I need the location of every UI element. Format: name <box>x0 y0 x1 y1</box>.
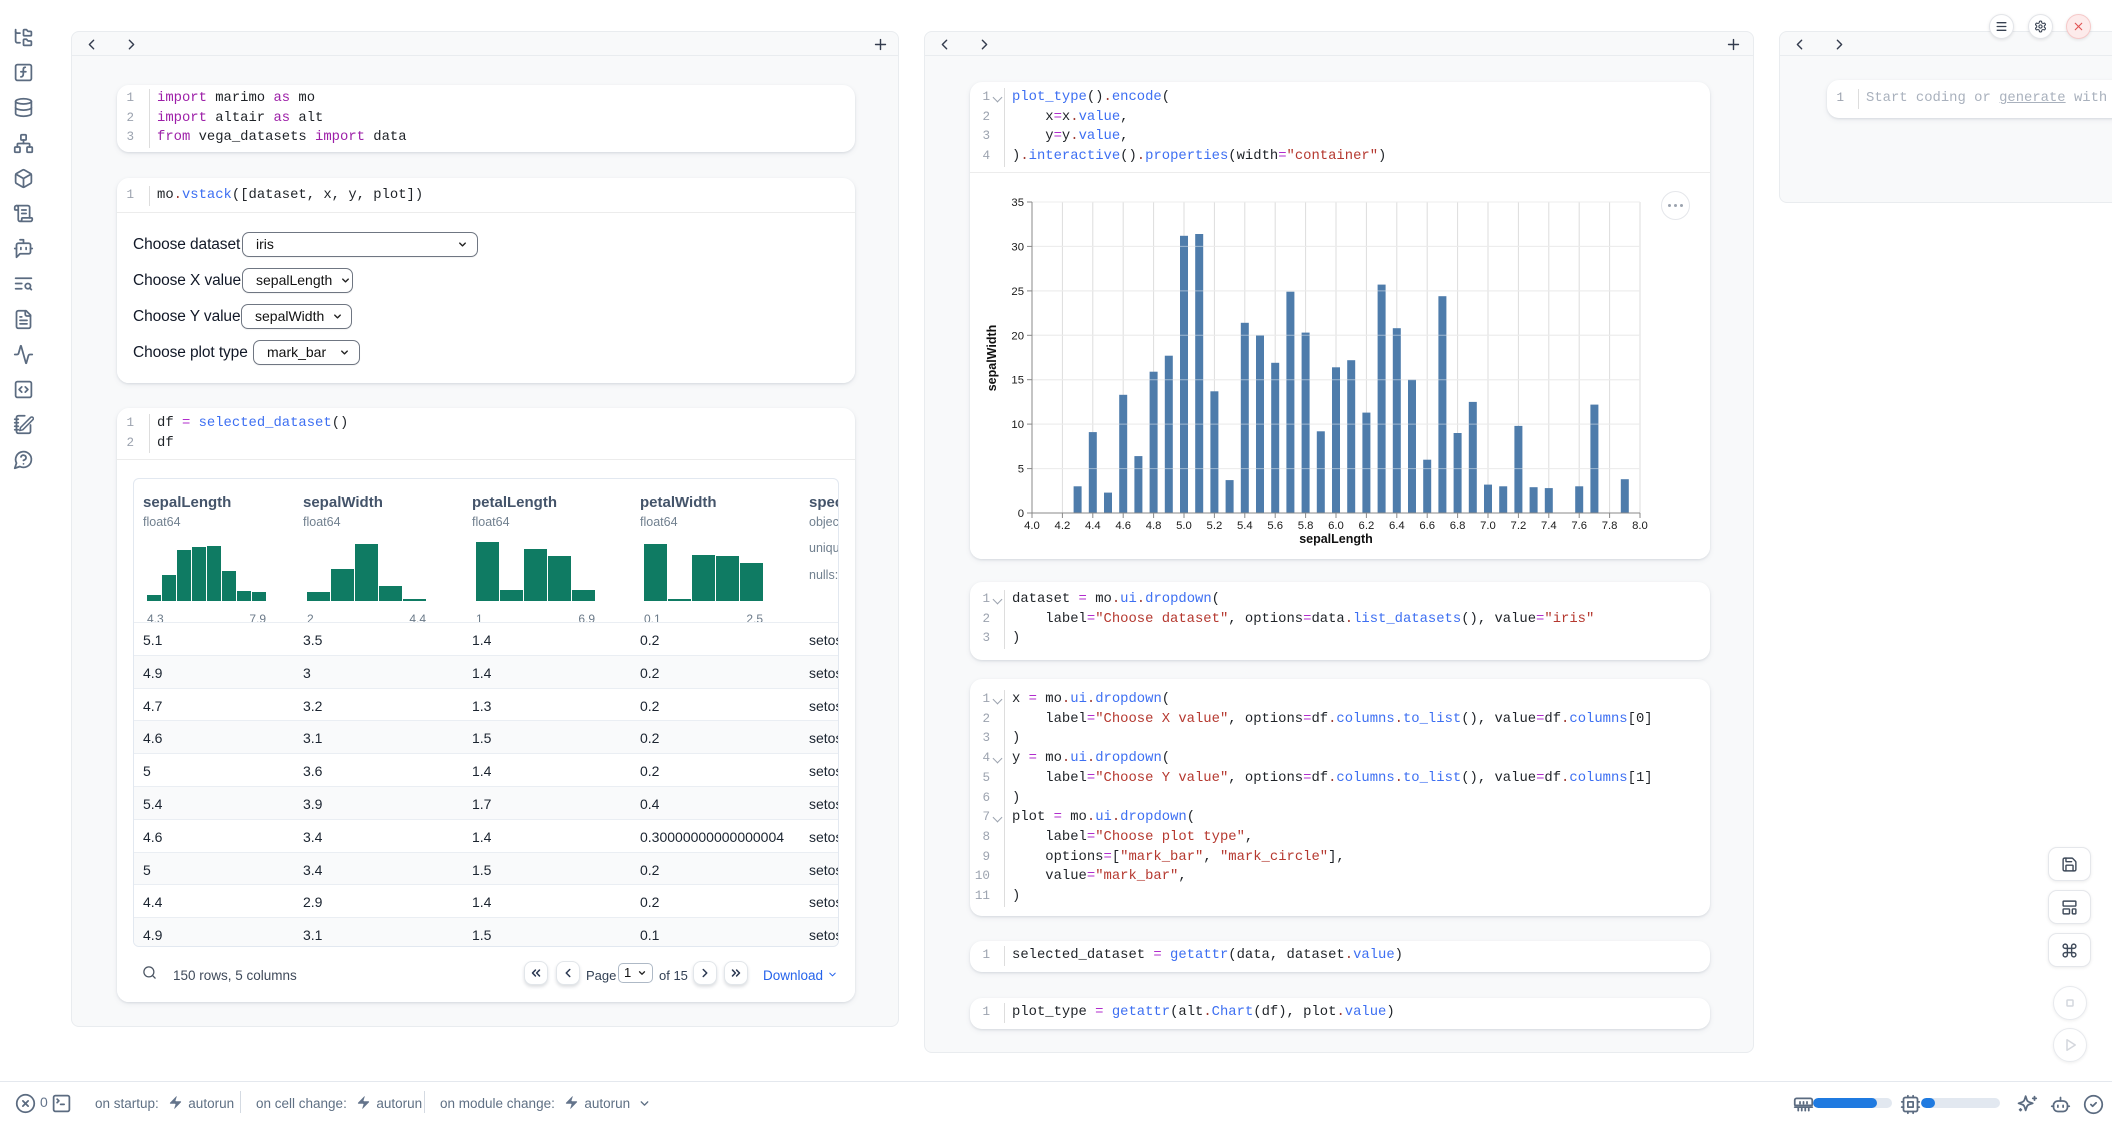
svg-text:5: 5 <box>1018 464 1024 476</box>
svg-text:4.8: 4.8 <box>1146 520 1162 532</box>
svg-text:10: 10 <box>1011 419 1024 431</box>
svg-text:4.6: 4.6 <box>1115 520 1131 532</box>
svg-text:5.6: 5.6 <box>1267 520 1283 532</box>
svg-text:20: 20 <box>1011 330 1024 342</box>
svg-text:7.8: 7.8 <box>1602 520 1618 532</box>
svg-text:7.0: 7.0 <box>1480 520 1496 532</box>
svg-text:4.2: 4.2 <box>1055 520 1071 532</box>
svg-text:5.0: 5.0 <box>1176 520 1192 532</box>
svg-text:7.2: 7.2 <box>1511 520 1527 532</box>
svg-text:0: 0 <box>1018 508 1024 520</box>
svg-text:5.2: 5.2 <box>1207 520 1223 532</box>
svg-text:6.6: 6.6 <box>1419 520 1435 532</box>
svg-text:30: 30 <box>1011 241 1024 253</box>
svg-text:6.2: 6.2 <box>1359 520 1375 532</box>
svg-text:35: 35 <box>1011 197 1024 209</box>
svg-text:5.4: 5.4 <box>1237 520 1253 532</box>
svg-text:4.0: 4.0 <box>1024 520 1040 532</box>
svg-text:6.8: 6.8 <box>1450 520 1466 532</box>
svg-text:sepalLength: sepalLength <box>1299 532 1373 546</box>
svg-text:7.4: 7.4 <box>1541 520 1557 532</box>
svg-text:25: 25 <box>1011 286 1024 298</box>
svg-text:5.8: 5.8 <box>1298 520 1314 532</box>
svg-text:sepalWidth: sepalWidth <box>985 325 999 392</box>
svg-text:15: 15 <box>1011 375 1024 387</box>
svg-text:7.6: 7.6 <box>1571 520 1587 532</box>
svg-text:6.4: 6.4 <box>1389 520 1405 532</box>
svg-text:8.0: 8.0 <box>1632 520 1648 532</box>
svg-text:4.4: 4.4 <box>1085 520 1101 532</box>
svg-text:6.0: 6.0 <box>1328 520 1344 532</box>
